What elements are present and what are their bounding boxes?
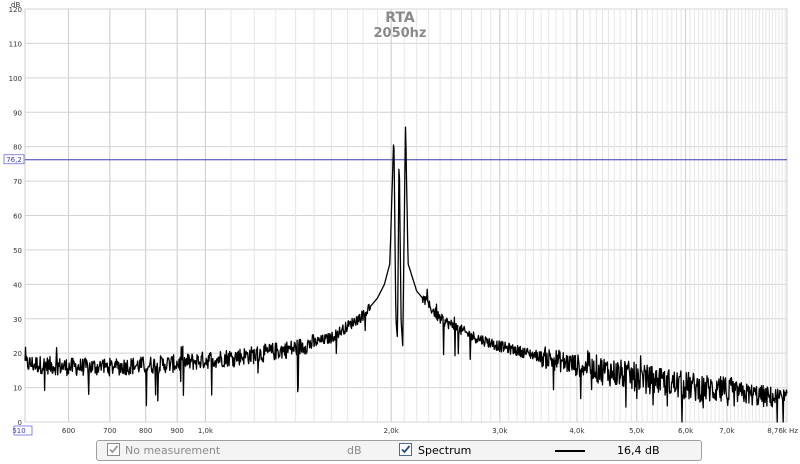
x-tick-label: 700	[103, 427, 116, 435]
y-tick-label: 20	[13, 350, 22, 358]
x-tick-label: 7,0k	[719, 427, 735, 435]
x-tick-label: 2,0k	[384, 427, 400, 435]
no-measurement-checkbox[interactable]	[107, 443, 120, 456]
x-tick-label: 4,0k	[569, 427, 585, 435]
x-tick-label: 3,0k	[492, 427, 508, 435]
y-tick-label: 50	[13, 247, 22, 255]
y-tick-label: 110	[9, 40, 22, 48]
y-tick-label: 100	[9, 75, 22, 83]
y-tick-label: 30	[13, 316, 22, 324]
x-tick-label: 800	[139, 427, 152, 435]
y-tick-label: 90	[13, 109, 22, 117]
no-measurement-label: No measurement	[125, 444, 221, 457]
x-tick-label: 5,0k	[629, 427, 645, 435]
y-tick-label: 70	[13, 178, 22, 186]
y-tick-label: 60	[13, 213, 22, 221]
spectrum-checkbox[interactable]	[399, 443, 412, 456]
checkmark-icon	[401, 445, 411, 454]
checkmark-icon	[109, 445, 119, 454]
units-label: dB	[347, 444, 362, 457]
chart-title: RTA	[385, 10, 415, 26]
x-tick-label: 8,76k Hz	[767, 427, 798, 435]
x-tick-label: 1,0k	[198, 427, 214, 435]
x-tick-label: 600	[62, 427, 75, 435]
spectrum-line-swatch	[555, 450, 585, 452]
y-tick-label: 80	[13, 144, 22, 152]
y-axis-unit-label: dB	[11, 1, 20, 9]
spectrum-label: Spectrum	[418, 444, 472, 457]
chart-subtitle: 2050hz	[373, 26, 426, 41]
spectrum-value: 16,4 dB	[617, 444, 660, 457]
reference-line-label: 76,2	[6, 156, 22, 164]
x-tick-label: 900	[171, 427, 184, 435]
y-tick-label: 40	[13, 281, 22, 289]
y-tick-label: 10	[13, 385, 22, 393]
legend-bar: No measurement dB Spectrum 16,4 dB	[96, 440, 702, 461]
x-tick-label: 6,0k	[678, 427, 694, 435]
rta-chart: 76,2 0102030405060708090100110120510 600 7…	[3, 1, 798, 436]
